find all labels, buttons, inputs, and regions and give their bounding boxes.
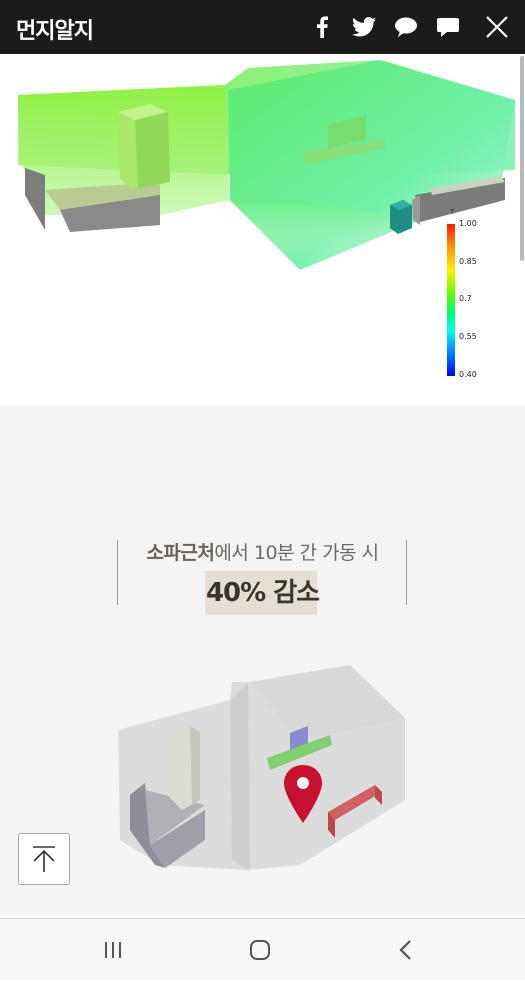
- app-header: 먼지알지: [0, 0, 525, 54]
- legend-tick: 1.00: [459, 219, 477, 228]
- legend-tick: 0.85: [459, 257, 477, 266]
- close-icon[interactable]: [469, 0, 525, 54]
- arrow-up-icon: [33, 846, 55, 872]
- app-logo[interactable]: 먼지알지: [16, 13, 94, 45]
- room-illustration: [118, 665, 405, 870]
- result-condition: 소파근처에서 10분 간 가동 시: [0, 538, 525, 565]
- twitter-icon[interactable]: [343, 0, 385, 54]
- legend-tick: 0.7: [459, 294, 472, 303]
- facebook-icon[interactable]: [301, 0, 343, 54]
- reduction-text: 40% 감소: [205, 578, 320, 608]
- legend-tick: 0.40: [459, 370, 477, 379]
- legend-tick: 0.55: [459, 332, 477, 341]
- home-icon[interactable]: [220, 919, 300, 981]
- location-text: 소파근처: [146, 542, 215, 564]
- condition-text: 에서 10분 간 가동 시: [214, 542, 379, 564]
- color-scale-bar: [447, 224, 455, 376]
- back-icon[interactable]: [366, 919, 446, 981]
- scroll-to-top-button[interactable]: [18, 833, 70, 885]
- system-nav-bar: [0, 918, 525, 980]
- share-icons: [301, 0, 525, 54]
- kakaotalk-icon[interactable]: [385, 0, 427, 54]
- page-scrollbar[interactable]: [520, 56, 524, 261]
- legend-title: T: [450, 208, 455, 216]
- recent-apps-icon[interactable]: [73, 919, 153, 981]
- message-icon[interactable]: [427, 0, 469, 54]
